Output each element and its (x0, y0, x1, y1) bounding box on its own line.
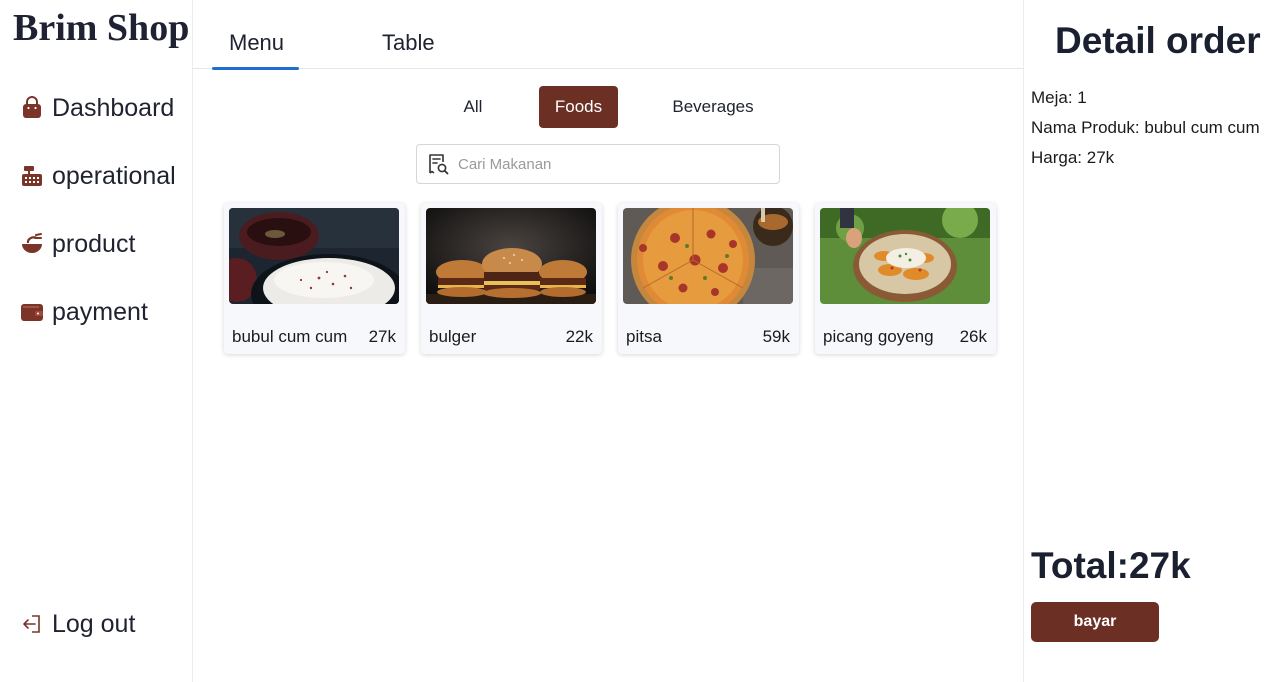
product-price: 22k (565, 327, 593, 346)
tab-bar: Menu Table (193, 0, 1023, 70)
logout-icon (20, 612, 44, 636)
product-price: 59k (762, 327, 790, 346)
sidebar-item-operational[interactable]: operational (20, 158, 176, 194)
wallet-icon (20, 300, 44, 324)
logout-label: Log out (52, 609, 136, 638)
product-card-picang-goyeng[interactable]: picang goyeng 26k (815, 203, 996, 354)
pay-button[interactable]: bayar (1031, 602, 1159, 642)
main-content: Menu Table All Foods Beverages Cari Maka… (193, 0, 1023, 682)
product-card-bubul-cum-cum[interactable]: bubul cum cum 27k (224, 203, 405, 354)
product-price: 27k (368, 327, 396, 346)
shopping-bag-icon (20, 96, 44, 120)
order-total: Total:27k (1031, 545, 1191, 586)
product-price: 26k (959, 327, 987, 346)
sidebar-item-label: Dashboard (52, 93, 175, 122)
sidebar-item-dashboard[interactable]: Dashboard (20, 90, 174, 126)
brand-logo: Brim Shop (13, 7, 190, 49)
price-detail: Harga: 27k (1031, 148, 1115, 167)
cash-register-icon (20, 164, 44, 188)
category-beverages-button[interactable]: Beverages (662, 86, 764, 128)
product-name-detail: Nama Produk: bubul cum cum (1031, 118, 1260, 137)
sidebar: Brim Shop Dashboard operational product … (0, 0, 193, 682)
product-name: picang goyeng (823, 327, 934, 346)
product-name: pitsa (626, 327, 662, 346)
receipt-search-icon (426, 152, 450, 176)
sidebar-item-product[interactable]: product (20, 226, 135, 262)
active-tab-indicator (212, 67, 299, 70)
detail-title: Detail order (1055, 20, 1261, 61)
sidebar-item-label: product (52, 229, 136, 258)
product-name: bubul cum cum (232, 327, 348, 346)
tab-table[interactable]: Table (382, 30, 435, 56)
search-input[interactable] (458, 155, 758, 173)
product-card-bulger[interactable]: bulger 22k (421, 203, 602, 354)
product-name: bulger (429, 327, 477, 346)
pizza-image (623, 208, 793, 304)
search-box (416, 144, 780, 184)
tab-menu[interactable]: Menu (229, 30, 284, 56)
sidebar-item-label: payment (52, 297, 148, 326)
category-foods-button[interactable]: Foods (539, 86, 618, 128)
order-detail-panel: Detail order Meja: 1 Nama Produk: bubul … (1023, 0, 1280, 682)
sidebar-item-label: operational (52, 161, 176, 190)
product-card-pitsa[interactable]: pitsa 59k (618, 203, 799, 354)
category-all-button[interactable]: All (438, 86, 508, 128)
rice-bowl-image (229, 208, 399, 304)
fried-banana-image (820, 208, 990, 304)
sidebar-item-payment[interactable]: payment (20, 294, 148, 330)
table-number: Meja: 1 (1031, 88, 1087, 107)
burger-image (426, 208, 596, 304)
food-bowl-icon (20, 232, 44, 256)
logout-button[interactable]: Log out (20, 606, 135, 642)
